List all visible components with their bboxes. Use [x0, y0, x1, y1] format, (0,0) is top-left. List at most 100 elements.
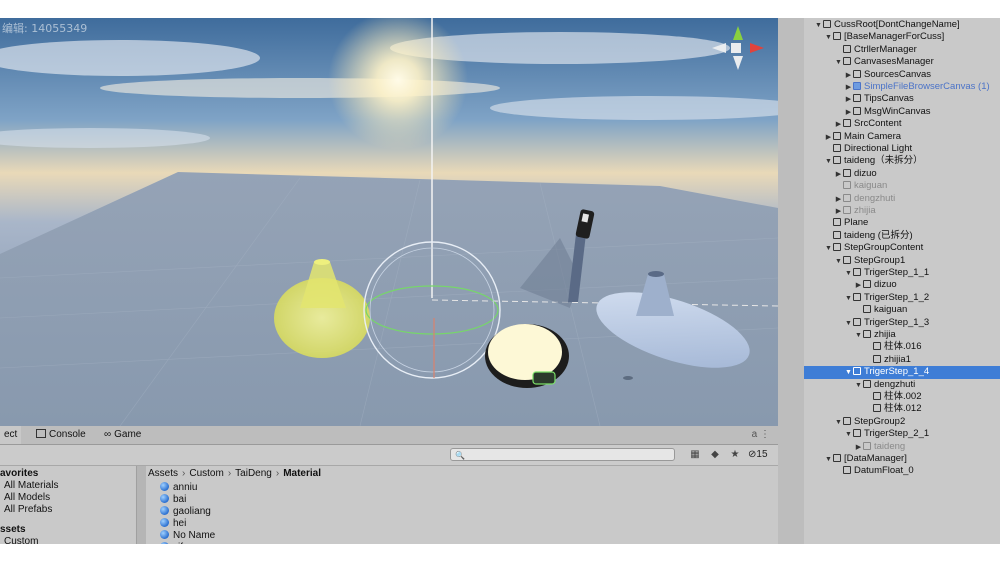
editor-frame: 编辑: 14055349 ect Console ∞ Game a ⋮ 🔍 ▦ ◆…: [0, 18, 1000, 544]
project-panel: ect Console ∞ Game a ⋮ 🔍 ▦ ◆ ★ ⊘15 avorit…: [0, 426, 778, 544]
hierarchy-item[interactable]: ▶ dizuo: [804, 279, 1000, 291]
hierarchy-item[interactable]: ▼ StepGroupContent: [804, 242, 1000, 254]
breadcrumb-assets[interactable]: Assets: [148, 468, 178, 479]
list-item[interactable]: gaoliang: [160, 506, 211, 518]
hierarchy-item[interactable]: ▶ Main Camera: [804, 131, 1000, 143]
hidden-count-value: 15: [756, 449, 768, 460]
tab-game[interactable]: ∞ Game: [100, 426, 145, 444]
assets-header[interactable]: ssets: [0, 524, 26, 536]
material-icon: [160, 494, 169, 503]
list-item[interactable]: bai: [160, 494, 186, 506]
hierarchy-item[interactable]: ▶ SimpleFileBrowserCanvas (1): [804, 81, 1000, 93]
gameobject-cube-icon: [843, 57, 851, 66]
hierarchy-item[interactable]: ▶ MsgWinCanvas: [804, 106, 1000, 118]
hierarchy-item[interactable]: ▶ SrcContent: [804, 118, 1000, 130]
breadcrumb-material[interactable]: Material: [283, 468, 321, 479]
gameobject-cube-icon: [843, 119, 851, 128]
gameobject-cube-icon: [843, 193, 851, 202]
gameobject-cube-icon: [853, 82, 861, 90]
favorite-item[interactable]: All Prefabs: [4, 504, 52, 516]
hierarchy-item[interactable]: taideng (已拆分): [804, 230, 1000, 242]
material-name: zifaguang: [173, 542, 216, 544]
hierarchy-item-label: Directional Light: [844, 143, 913, 154]
hierarchy-item[interactable]: ▼ [DataManager]: [804, 453, 1000, 465]
hierarchy-item-label: zhijia: [874, 329, 896, 340]
list-item[interactable]: zifaguang: [160, 542, 216, 544]
hierarchy-item-label: 柱体.012: [884, 403, 922, 415]
hierarchy-item-label: CussRoot[DontChangeName]: [834, 19, 960, 30]
hierarchy-item[interactable]: CtrllerManager: [804, 44, 1000, 56]
gameobject-cube-icon: [853, 317, 861, 326]
breadcrumb-taideng[interactable]: TaiDeng: [235, 468, 272, 479]
material-name: hei: [173, 518, 187, 529]
chevron-right-icon: ›: [275, 468, 280, 479]
hierarchy-item[interactable]: 柱体.016: [804, 341, 1000, 353]
hierarchy-item[interactable]: ▼ TrigerStep_2_1: [804, 428, 1000, 440]
hierarchy-item[interactable]: ▶ TipsCanvas: [804, 93, 1000, 105]
tree-scrollbar[interactable]: [136, 466, 146, 544]
tab-console[interactable]: Console: [32, 426, 90, 444]
hierarchy-item[interactable]: DatumFloat_0: [804, 465, 1000, 477]
hierarchy-item[interactable]: ▼ TrigerStep_1_1: [804, 267, 1000, 279]
hierarchy-item[interactable]: ▼ StepGroup2: [804, 416, 1000, 428]
gameobject-cube-icon: [873, 404, 881, 413]
hierarchy-item[interactable]: Directional Light: [804, 143, 1000, 155]
hierarchy-item[interactable]: ▶ dengzhuti: [804, 193, 1000, 205]
material-icon: [160, 542, 169, 544]
hierarchy-item[interactable]: ▼ StepGroup1: [804, 255, 1000, 267]
hierarchy-item[interactable]: ▼ taideng（未拆分）: [804, 155, 1000, 167]
favorites-header[interactable]: avorites: [0, 468, 38, 480]
tab-project[interactable]: ect: [0, 426, 22, 444]
kebab-menu-icon[interactable]: ⋮: [760, 429, 770, 440]
list-item[interactable]: No Name: [160, 530, 215, 542]
hierarchy-item[interactable]: ▼ TrigerStep_1_3: [804, 317, 1000, 329]
hierarchy-item[interactable]: ▶ zhijia: [804, 205, 1000, 217]
filter-type-icon[interactable]: ▦: [688, 448, 702, 462]
hierarchy-item[interactable]: ▼ [BaseManagerForCuss]: [804, 31, 1000, 43]
chevron-right-icon: ›: [227, 468, 232, 479]
label-tag-icon[interactable]: ◆: [708, 448, 722, 462]
material-name: anniu: [173, 482, 198, 493]
hierarchy-item[interactable]: kaiguan: [804, 304, 1000, 316]
scene-view[interactable]: 编辑: 14055349: [0, 18, 778, 426]
breadcrumb-custom[interactable]: Custom: [189, 468, 223, 479]
hierarchy-item[interactable]: ▼ CanvasesManager: [804, 56, 1000, 68]
assets-folder-custom[interactable]: Custom: [4, 536, 38, 544]
hierarchy-item[interactable]: ▶ taideng: [804, 441, 1000, 453]
hierarchy-item[interactable]: 柱体.012: [804, 403, 1000, 415]
scene-render[interactable]: [0, 18, 778, 426]
search-input[interactable]: 🔍: [450, 448, 675, 461]
hierarchy-item-label: MsgWinCanvas: [864, 105, 931, 117]
hierarchy-item-label: zhijia1: [884, 353, 911, 365]
hierarchy-item[interactable]: ▼ TrigerStep_1_4: [804, 366, 1000, 379]
gameobject-cube-icon: [873, 354, 881, 363]
hierarchy-item[interactable]: ▼ TrigerStep_1_2: [804, 292, 1000, 304]
list-item[interactable]: anniu: [160, 482, 197, 494]
panel-divider[interactable]: [778, 18, 804, 544]
hierarchy-item[interactable]: ▼ zhijia: [804, 329, 1000, 341]
gameobject-cube-icon: [833, 156, 841, 165]
hierarchy-item[interactable]: zhijia1: [804, 354, 1000, 366]
hierarchy-item[interactable]: Plane: [804, 217, 1000, 229]
breadcrumb: Assets › Custom › TaiDeng › Material: [148, 468, 321, 480]
favorite-item[interactable]: All Models: [4, 492, 50, 504]
panel-menu[interactable]: a ⋮: [752, 426, 770, 444]
hierarchy-item[interactable]: ▶ dizuo: [804, 168, 1000, 180]
project-tree: avorites All Materials All Models All Pr…: [0, 466, 135, 544]
hierarchy-item-label: SrcContent: [854, 118, 902, 130]
favorite-star-icon[interactable]: ★: [728, 448, 742, 462]
hierarchy-item[interactable]: ▶ SourcesCanvas: [804, 69, 1000, 81]
gameobject-cube-icon: [863, 379, 871, 388]
hierarchy-item-label: DatumFloat_0: [854, 465, 914, 477]
list-item[interactable]: hei: [160, 518, 186, 530]
hierarchy-item[interactable]: ▼ dengzhuti: [804, 379, 1000, 391]
hidden-packages-count[interactable]: ⊘15: [748, 449, 768, 460]
material-name: gaoliang: [173, 506, 211, 517]
lock-icon[interactable]: a: [752, 429, 758, 440]
hierarchy-item[interactable]: ▼ CussRoot[DontChangeName]: [804, 19, 1000, 31]
favorite-item[interactable]: All Materials: [4, 480, 58, 492]
hierarchy-item[interactable]: 柱体.002: [804, 391, 1000, 403]
project-toolbar: 🔍 ▦ ◆ ★ ⊘15: [0, 445, 778, 466]
hierarchy-item[interactable]: kaiguan: [804, 180, 1000, 192]
hierarchy-item-label: TrigerStep_2_1: [864, 428, 930, 440]
